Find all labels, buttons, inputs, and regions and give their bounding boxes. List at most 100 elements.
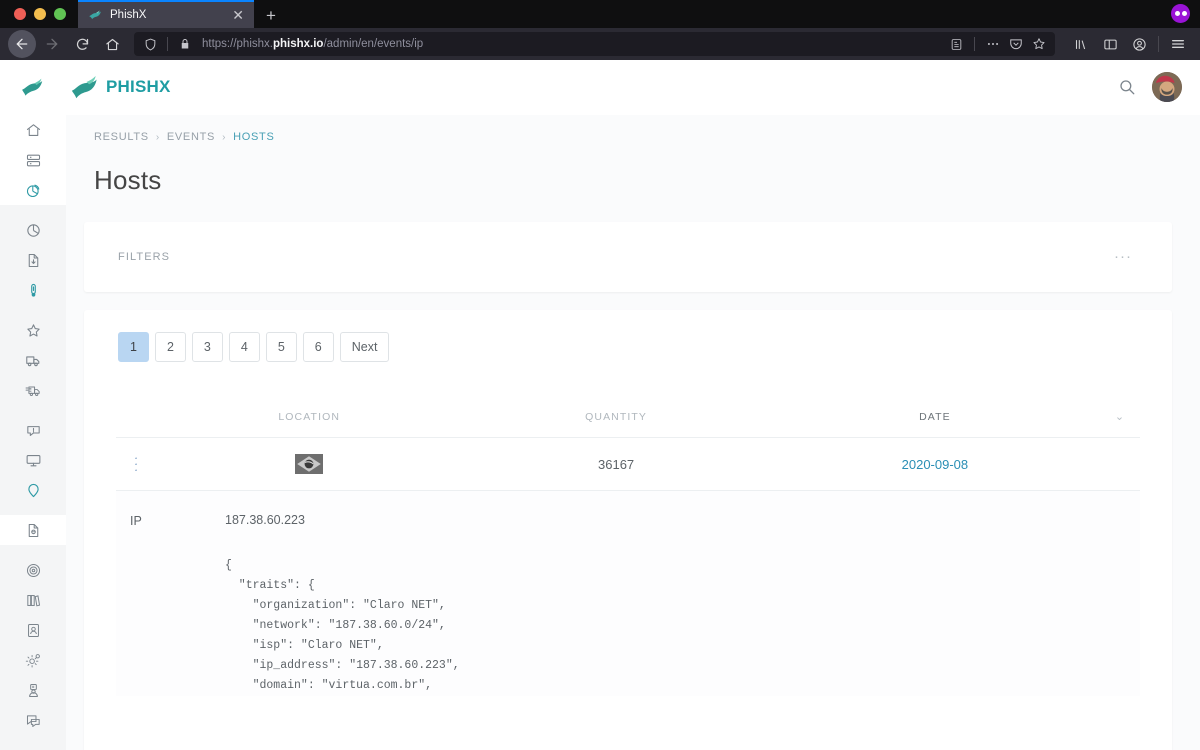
brazil-flag-icon	[295, 454, 324, 474]
back-button[interactable]	[8, 30, 36, 58]
forward-button[interactable]	[38, 30, 66, 58]
pagination-next-button[interactable]: Next	[339, 332, 390, 362]
breadcrumb-item-hosts[interactable]: HOSTS	[233, 131, 274, 143]
sidebar-item-server[interactable]	[0, 145, 66, 175]
sidebar-item-alerts[interactable]	[0, 415, 66, 445]
mask-icon[interactable]	[1171, 4, 1190, 23]
row-quantity-cell: 36167	[462, 437, 770, 490]
pocket-icon[interactable]	[1006, 34, 1026, 54]
detail-json-block: { "traits": { "organization": "Claro NET…	[225, 559, 460, 692]
avatar[interactable]	[1152, 72, 1182, 102]
brand-name-main: PHISH	[106, 77, 159, 96]
pagination-page-6[interactable]: 6	[302, 332, 334, 362]
pagination-page-2[interactable]: 2	[154, 332, 186, 362]
url-bar-actions	[946, 34, 1049, 54]
sidebar-item-deliveries[interactable]	[0, 375, 66, 405]
minimize-window-button[interactable]	[34, 8, 46, 20]
browser-tab[interactable]: PhishX ✕	[78, 0, 254, 28]
url-subdomain: phishx.	[236, 38, 273, 50]
search-icon[interactable]	[1118, 78, 1136, 96]
close-icon[interactable]: ✕	[230, 8, 246, 22]
reload-button[interactable]	[68, 30, 96, 58]
sidebar-item-users[interactable]	[0, 615, 66, 645]
page-title: Hosts	[94, 165, 162, 195]
url-text[interactable]: https://phishx.phishx.io/admin/en/events…	[197, 38, 944, 50]
column-quantity[interactable]: QUANTITY	[462, 410, 769, 438]
breadcrumb-item-results[interactable]: RESULTS	[94, 131, 149, 143]
url-actions-divider	[974, 37, 975, 51]
sidebar-item-campaigns[interactable]	[0, 345, 66, 375]
main-content: RESULTS › EVENTS › HOSTS Hosts FILTERS ·…	[66, 115, 1200, 750]
new-tab-button[interactable]: +	[254, 7, 288, 28]
sidebar-item-support[interactable]	[0, 705, 66, 735]
window-controls	[0, 8, 78, 28]
pagination-page-3[interactable]: 3	[191, 332, 223, 362]
vertical-dots-icon[interactable]: · · ·	[116, 451, 156, 476]
sidebar-item-risk[interactable]	[0, 275, 66, 305]
page-actions-icon[interactable]	[983, 34, 1003, 54]
column-location[interactable]: LOCATION	[156, 410, 462, 438]
home-button[interactable]	[98, 30, 126, 58]
browser-window: PhishX ✕ + https://phishx.phishx.io/admi…	[0, 0, 1200, 750]
sidebar-icon[interactable]	[1096, 30, 1124, 58]
hosts-table-head: LOCATION QUANTITY DATE ⌄	[116, 410, 1140, 438]
row-sort-cell	[1100, 437, 1140, 490]
sidebar-item-home[interactable]	[0, 115, 66, 145]
url-path: /admin/en/events/ip	[323, 38, 424, 50]
column-date[interactable]: DATE	[770, 410, 1100, 438]
hamburger-menu-icon[interactable]	[1164, 30, 1192, 58]
reader-view-icon[interactable]	[946, 34, 966, 54]
pagination-page-5[interactable]: 5	[265, 332, 297, 362]
phishx-application: PHISHX RESULTS › EVENTS › HOSTS Hosts FI…	[0, 60, 1200, 750]
row-actions-cell: · · ·	[116, 437, 156, 490]
filters-card: FILTERS ···	[84, 222, 1172, 292]
account-icon[interactable]	[1125, 30, 1153, 58]
toolbar-divider	[1158, 36, 1159, 52]
app-header-actions	[1118, 72, 1182, 102]
library-icon[interactable]	[1067, 30, 1095, 58]
sidebar-item-library[interactable]	[0, 585, 66, 615]
row-location-cell	[156, 437, 463, 490]
url-bar[interactable]: https://phishx.phishx.io/admin/en/events…	[134, 32, 1055, 56]
column-sort-toggle[interactable]: ⌄	[1100, 410, 1140, 438]
breadcrumb-item-events[interactable]: EVENTS	[167, 131, 215, 143]
detail-ip-row: IP 187.38.60.223	[116, 513, 1140, 528]
table-row[interactable]: · · · 36167 2020-09-08	[116, 437, 1140, 490]
star-icon[interactable]	[1029, 34, 1049, 54]
browser-toolbar-right	[1063, 30, 1192, 58]
pagination-page-4[interactable]: 4	[228, 332, 260, 362]
sidebar-group	[0, 315, 66, 405]
shield-icon[interactable]	[140, 34, 160, 54]
sidebar-item-devices[interactable]	[0, 445, 66, 475]
brand-name: PHISHX	[106, 77, 171, 97]
detail-ip-label: IP	[130, 514, 142, 528]
phishx-mini-logo-icon[interactable]	[0, 74, 66, 100]
table-header-row: LOCATION QUANTITY DATE ⌄	[116, 410, 1140, 438]
maximize-window-button[interactable]	[54, 8, 66, 20]
sidebar-item-favorites[interactable]	[0, 315, 66, 345]
tabbar-right-actions	[1171, 4, 1200, 28]
sidebar-item-reports[interactable]	[0, 215, 66, 245]
chevron-down-icon: ⌄	[1114, 411, 1126, 423]
close-window-button[interactable]	[14, 8, 26, 20]
sidebar-item-targets[interactable]	[0, 555, 66, 585]
sidebar-group	[0, 215, 66, 305]
pagination: 1 2 3 4 5 6 Next	[84, 332, 1172, 362]
lock-icon[interactable]	[175, 34, 195, 54]
sidebar-item-settings[interactable]	[0, 645, 66, 675]
browser-tab-bar: PhishX ✕ +	[0, 0, 1200, 28]
sidebar-group	[0, 415, 66, 505]
sidebar-item-hosts[interactable]	[0, 475, 66, 505]
sidebar-item-templates[interactable]	[0, 515, 66, 545]
sidebar-item-dashboard[interactable]	[0, 175, 66, 205]
pagination-page-1[interactable]: 1	[118, 332, 149, 362]
date-link[interactable]: 2020-09-08	[902, 457, 969, 472]
sidebar-group	[0, 515, 66, 545]
brand-logo[interactable]: PHISHX	[66, 72, 171, 102]
sidebar-item-profile[interactable]	[0, 675, 66, 705]
sidebar-item-exports[interactable]	[0, 245, 66, 275]
